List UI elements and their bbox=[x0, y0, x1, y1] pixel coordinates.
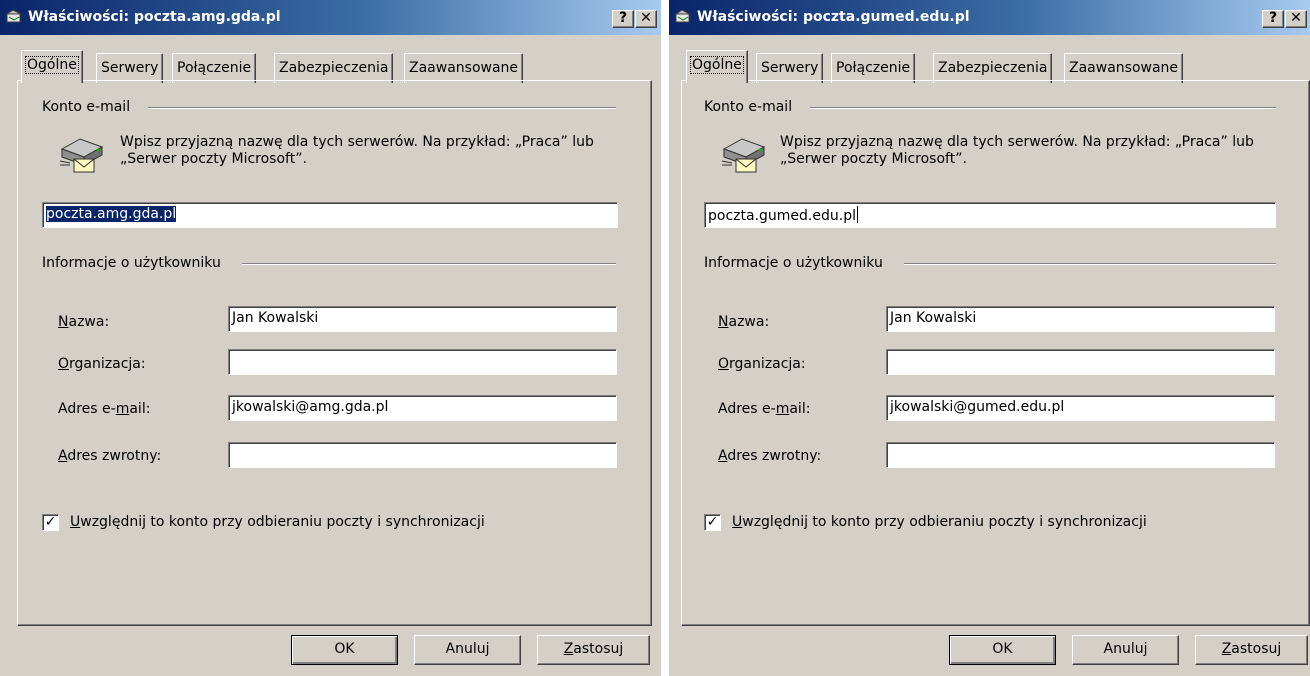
group-divider bbox=[810, 107, 1276, 109]
ok-button[interactable]: OK bbox=[291, 635, 398, 665]
include-account-checkbox[interactable]: ✓ bbox=[42, 514, 59, 531]
description-line-2: „Serwer poczty Microsoft”. bbox=[780, 151, 967, 167]
tab-servers[interactable]: Serwery bbox=[96, 53, 164, 83]
include-account-checkbox[interactable]: ✓ bbox=[704, 514, 721, 531]
organization-input[interactable] bbox=[228, 349, 617, 375]
include-account-label[interactable]: Uwzględnij to konto przy odbieraniu pocz… bbox=[732, 514, 1147, 530]
mail-server-icon bbox=[721, 138, 766, 173]
group-divider bbox=[242, 263, 616, 265]
description-line-1: Wpisz przyjazną nazwę dla tych serwerów.… bbox=[120, 134, 594, 150]
mail-server-icon bbox=[59, 138, 104, 173]
dialog-title: Właściwości: poczta.gumed.edu.pl bbox=[697, 9, 970, 25]
description-line-2: „Serwer poczty Microsoft”. bbox=[120, 151, 307, 167]
help-button[interactable]: ? bbox=[612, 10, 634, 28]
tab-panel-general: Konto e-mail Wpisz przyjazną nazwę dla t… bbox=[17, 80, 652, 626]
tab-panel-general: Konto e-mail Wpisz przyjazną nazwę dla t… bbox=[681, 80, 1310, 626]
email-label: Adres e-mail: bbox=[58, 401, 151, 417]
account-group-label: Konto e-mail bbox=[42, 99, 139, 115]
user-info-group-label: Informacje o użytkowniku bbox=[704, 255, 891, 271]
tab-security[interactable]: Zabezpieczenia bbox=[933, 53, 1053, 83]
help-button[interactable]: ? bbox=[1262, 10, 1284, 28]
text-caret bbox=[856, 206, 858, 223]
account-group-label: Konto e-mail bbox=[704, 99, 801, 115]
tab-connection[interactable]: Połączenie bbox=[172, 53, 257, 83]
organization-label: Organizacja: bbox=[58, 356, 146, 372]
ok-button[interactable]: OK bbox=[949, 635, 1056, 665]
include-account-label[interactable]: Uwzględnij to konto przy odbieraniu pocz… bbox=[70, 514, 485, 530]
name-label: Nazwa: bbox=[718, 314, 770, 330]
name-input[interactable]: Jan Kowalski bbox=[228, 306, 617, 332]
tab-general[interactable]: Ogólne bbox=[686, 50, 748, 83]
dialog-title: Właściwości: poczta.amg.gda.pl bbox=[28, 9, 281, 25]
tab-servers[interactable]: Serwery bbox=[756, 53, 824, 83]
cancel-button[interactable]: Anuluj bbox=[1072, 635, 1179, 665]
properties-dialog-amg: Właściwości: poczta.amg.gda.pl ? ✕ Ogóln… bbox=[0, 0, 661, 676]
user-info-group-label: Informacje o użytkowniku bbox=[42, 255, 229, 271]
reply-address-label: Adres zwrotny: bbox=[718, 448, 822, 464]
reply-address-input[interactable] bbox=[228, 442, 617, 468]
name-label: Nazwa: bbox=[58, 314, 110, 330]
cancel-button[interactable]: Anuluj bbox=[414, 635, 521, 665]
apply-button[interactable]: Zastosuj bbox=[1195, 635, 1308, 665]
email-label: Adres e-mail: bbox=[718, 401, 811, 417]
apply-button[interactable]: Zastosuj bbox=[537, 635, 650, 665]
tab-advanced[interactable]: Zaawansowane bbox=[404, 53, 524, 83]
reply-address-label: Adres zwrotny: bbox=[58, 448, 162, 464]
organization-label: Organizacja: bbox=[718, 356, 806, 372]
name-input[interactable]: Jan Kowalski bbox=[886, 306, 1275, 332]
tab-advanced[interactable]: Zaawansowane bbox=[1064, 53, 1184, 83]
tab-general[interactable]: Ogólne bbox=[21, 50, 83, 83]
properties-dialog-gumed: Właściwości: poczta.gumed.edu.pl ? ✕ Ogó… bbox=[669, 0, 1310, 676]
group-divider bbox=[904, 263, 1276, 265]
organization-input[interactable] bbox=[886, 349, 1275, 375]
title-bar[interactable]: Właściwości: poczta.gumed.edu.pl ? ✕ bbox=[669, 0, 1310, 35]
close-button[interactable]: ✕ bbox=[635, 10, 657, 28]
title-bar[interactable]: Właściwości: poczta.amg.gda.pl ? ✕ bbox=[0, 0, 661, 35]
tab-connection[interactable]: Połączenie bbox=[831, 53, 916, 83]
account-name-input[interactable]: poczta.amg.gda.pl bbox=[42, 202, 618, 228]
email-input[interactable]: jkowalski@amg.gda.pl bbox=[228, 395, 617, 421]
mail-account-icon bbox=[5, 9, 22, 24]
group-divider bbox=[148, 107, 616, 109]
mail-account-icon bbox=[674, 9, 691, 24]
tab-security[interactable]: Zabezpieczenia bbox=[274, 53, 394, 83]
account-name-input[interactable]: poczta.gumed.edu.pl bbox=[704, 202, 1276, 228]
email-input[interactable]: jkowalski@gumed.edu.pl bbox=[886, 395, 1275, 421]
reply-address-input[interactable] bbox=[886, 442, 1275, 468]
close-button[interactable]: ✕ bbox=[1285, 10, 1307, 28]
description-line-1: Wpisz przyjazną nazwę dla tych serwerów.… bbox=[780, 134, 1254, 150]
